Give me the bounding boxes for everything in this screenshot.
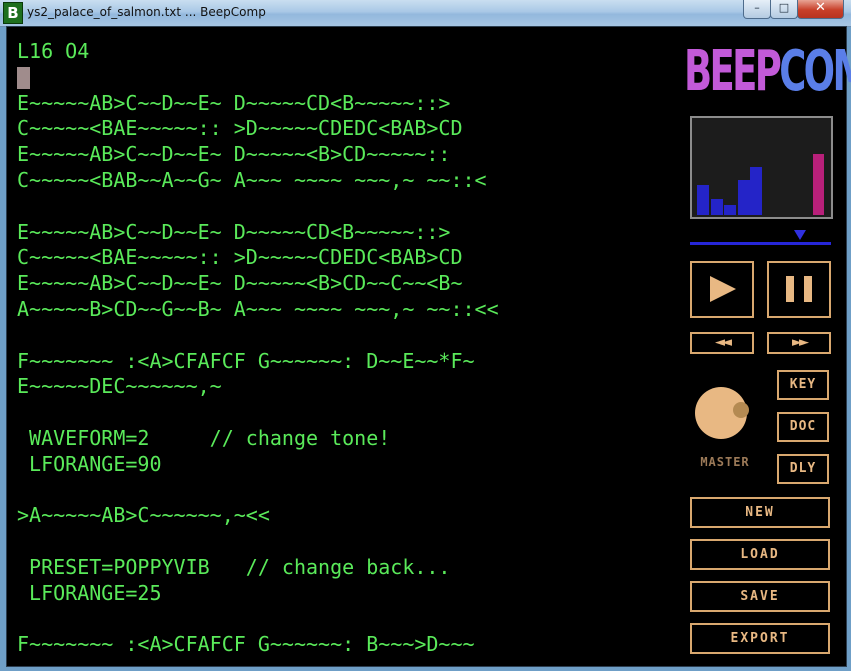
doc-button[interactable]: DOC [777,412,829,442]
volume-slider-thumb[interactable] [794,230,806,240]
editor-line[interactable] [17,65,677,91]
maximize-button[interactable]: □ [770,0,798,19]
text-cursor [17,67,30,90]
editor-line[interactable] [17,607,677,633]
editor-line[interactable]: E~~~~~AB>C~~D~~E~ D~~~~~<B>CD~~~~~:: [17,142,677,168]
load-button[interactable]: LOAD [690,539,830,570]
editor-line[interactable]: L16 O4 [17,39,677,65]
master-volume-knob[interactable] [695,387,749,439]
editor-line[interactable] [17,400,677,426]
editor-line[interactable]: WAVEFORM=2 // change tone! [17,426,677,452]
pause-button[interactable] [767,261,831,318]
window-title: ys2_palace_of_salmon.txt ... BeepComp [27,5,266,19]
control-panel: BEEPCOMP ◄◄ ►► MASTER KEY DOC DLY NEW LO… [684,27,851,666]
logo-comp: COMP [779,39,851,104]
new-button[interactable]: NEW [690,497,830,528]
fast-forward-icon: ►► [792,335,809,350]
app-icon[interactable]: B [3,2,23,24]
editor-line[interactable]: F~~~~~~~ :<A>CFAFCF G~~~~~~: D~~E~~*F~ [17,349,677,375]
save-button[interactable]: SAVE [690,581,830,612]
pause-icon-left [786,276,794,302]
close-button[interactable]: ✕ [797,0,844,19]
editor-line[interactable]: E~~~~~AB>C~~D~~E~ D~~~~~<B>CD~~C~~<B~ [17,271,677,297]
beepcomp-logo: BEEPCOMP [684,37,851,107]
export-button[interactable]: EXPORT [690,623,830,654]
app-body: L16 O4 E~~~~~AB>C~~D~~E~ D~~~~~CD<B~~~~~:… [6,26,851,667]
rewind-button[interactable]: ◄◄ [690,332,754,354]
editor-line[interactable]: F~~~~~~~ :<A>CFAFCF G~~~~~~: B~~~>D~~~ [17,632,677,658]
editor-line[interactable]: E~~~~~DEC~~~~~~,~ [17,374,677,400]
editor-line[interactable] [17,194,677,220]
channel-bar [813,154,824,215]
editor-line[interactable] [17,323,677,349]
editor-line[interactable]: LFORANGE=90 [17,452,677,478]
editor-line[interactable]: E~~~~~AB>C~~D~~E~ D~~~~~CD<B~~~~~::> [17,91,677,117]
minimize-button[interactable]: – [743,0,771,19]
editor-line[interactable]: LFORANGE=25 [17,581,677,607]
title-bar[interactable]: B ys2_palace_of_salmon.txt ... BeepComp … [0,0,851,27]
editor-line[interactable]: C~~~~~<BAB~~A~~G~ A~~~ ~~~~ ~~~,~ ~~::< [17,168,677,194]
editor-line[interactable]: >A~~~~~AB>C~~~~~~,~<< [17,503,677,529]
editor-line[interactable]: C~~~~~<BAE~~~~~:: >D~~~~~CDEDC<BAB>CD [17,116,677,142]
play-icon [710,276,736,302]
play-button[interactable] [690,261,754,318]
channel-bar [697,185,709,215]
knob-indicator [733,402,749,418]
dly-button[interactable]: DLY [777,454,829,484]
channel-bar [750,167,762,215]
editor-line[interactable]: E~~~~~AB>C~~D~~E~ D~~~~~CD<B~~~~~::> [17,220,677,246]
pause-icon-right [804,276,812,302]
channel-bar [711,199,723,215]
editor-line[interactable]: C~~~~~<BAE~~~~~:: >D~~~~~CDEDC<BAB>CD [17,245,677,271]
mml-editor[interactable]: L16 O4 E~~~~~AB>C~~D~~E~ D~~~~~CD<B~~~~~:… [17,39,677,659]
master-label: MASTER [700,455,750,469]
volume-slider-track[interactable] [690,242,831,245]
channel-level-meter [690,116,833,219]
rewind-icon: ◄◄ [715,335,732,350]
editor-line[interactable] [17,529,677,555]
logo-beep: BEEP [684,39,782,104]
editor-line[interactable]: PRESET=POPPYVIB // change back... [17,555,677,581]
channel-bar [724,205,736,215]
channel-bar [738,180,750,215]
editor-line[interactable]: A~~~~~B>CD~~G~~B~ A~~~ ~~~~ ~~~,~ ~~::<< [17,297,677,323]
fast-forward-button[interactable]: ►► [767,332,831,354]
editor-line[interactable] [17,478,677,504]
key-button[interactable]: KEY [777,370,829,400]
